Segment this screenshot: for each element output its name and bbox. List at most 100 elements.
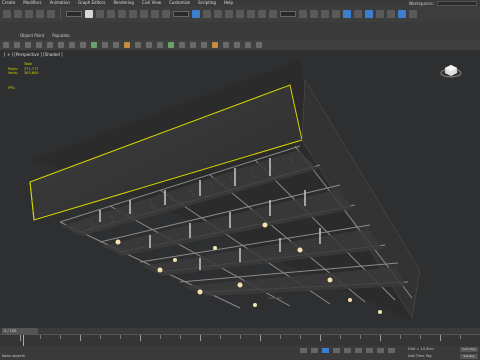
workspace-dropdown[interactable] — [437, 0, 477, 6]
timeline-tick — [360, 335, 361, 339]
undo-icon[interactable] — [3, 10, 11, 18]
selection-filter-dropdown[interactable] — [66, 11, 82, 17]
sync-icon[interactable] — [234, 42, 240, 48]
object-xrefs-icon[interactable] — [91, 42, 97, 48]
window-crossing-icon[interactable] — [118, 10, 126, 18]
display-options-icon[interactable] — [223, 42, 229, 48]
timeline-tick — [120, 335, 121, 339]
layer-icon[interactable] — [245, 42, 251, 48]
material-editor-icon[interactable] — [365, 10, 373, 18]
bind-space-warp-icon[interactable] — [47, 10, 55, 18]
next-frame-icon[interactable] — [333, 348, 340, 353]
move-icon[interactable] — [129, 10, 137, 18]
shapes-icon[interactable] — [25, 42, 31, 48]
filter-icon[interactable] — [3, 42, 9, 48]
main-toolbar — [0, 6, 480, 22]
zoom-icon[interactable] — [366, 348, 373, 353]
curve-editor-icon[interactable] — [343, 10, 351, 18]
secondary-toolbar — [0, 22, 480, 30]
status-bar: None objects Grid = 10,0cm Add Time Tag … — [0, 346, 480, 360]
bones-icon[interactable] — [102, 42, 108, 48]
timeline-tick — [20, 335, 21, 341]
select-none-icon[interactable] — [168, 42, 174, 48]
ceiling-structure-model[interactable] — [0, 50, 480, 328]
lock-icon[interactable] — [212, 42, 218, 48]
layer-explorer-icon[interactable] — [321, 10, 329, 18]
scene-explorer-icon[interactable] — [332, 10, 340, 18]
frozen-icon[interactable] — [124, 42, 130, 48]
previous-frame-icon[interactable] — [311, 348, 318, 353]
selection-status: None objects — [2, 354, 25, 358]
space-warps-icon[interactable] — [69, 42, 75, 48]
tab-object-paint[interactable]: Object Paint — [20, 33, 44, 38]
render-setup-icon[interactable] — [376, 10, 384, 18]
rendered-frame-window-icon[interactable] — [387, 10, 395, 18]
snap-toggle-icon[interactable] — [225, 10, 233, 18]
orbit-icon[interactable] — [388, 348, 395, 353]
render-cloud-icon[interactable] — [409, 10, 417, 18]
tab-populate[interactable]: Populate — [52, 33, 69, 38]
current-frame-marker — [23, 335, 24, 346]
timeline-tick — [260, 335, 261, 341]
align-icon[interactable] — [310, 10, 318, 18]
select-manipulate-icon[interactable] — [203, 10, 211, 18]
sort-icon[interactable] — [201, 42, 207, 48]
scale-icon[interactable] — [151, 10, 159, 18]
select-by-name-icon[interactable] — [96, 10, 104, 18]
render-production-icon[interactable] — [398, 10, 406, 18]
mirror-icon[interactable] — [299, 10, 307, 18]
pivot-center-icon[interactable] — [192, 10, 200, 18]
hidden-icon[interactable] — [135, 42, 141, 48]
containers-icon[interactable] — [113, 42, 119, 48]
angle-snap-icon[interactable] — [236, 10, 244, 18]
redo-icon[interactable] — [14, 10, 22, 18]
scene-explorer-toolbar — [0, 40, 480, 50]
play-icon[interactable] — [322, 348, 329, 353]
named-selection-dropdown[interactable] — [280, 11, 296, 17]
time-config-icon[interactable] — [355, 348, 362, 353]
schematic-view-icon[interactable] — [354, 10, 362, 18]
go-to-end-icon[interactable] — [344, 348, 351, 353]
timeline-tick — [40, 335, 41, 339]
rotate-icon[interactable] — [140, 10, 148, 18]
edit-named-selection-icon[interactable] — [269, 10, 277, 18]
timeline-tick — [380, 335, 381, 341]
placement-icon[interactable] — [162, 10, 170, 18]
perspective-viewport[interactable]: [ + ] [Perspective ] [Shaded ] Total Pol… — [0, 50, 480, 328]
select-all-icon[interactable] — [157, 42, 163, 48]
link-icon[interactable] — [25, 10, 33, 18]
playback-controls — [300, 348, 395, 353]
go-to-start-icon[interactable] — [300, 348, 307, 353]
workspace-selector: Workspaces: — [409, 0, 480, 6]
timeline-tick — [400, 335, 401, 339]
cameras-icon[interactable] — [47, 42, 53, 48]
keyboard-shortcut-icon[interactable] — [214, 10, 222, 18]
timeline-tick — [240, 335, 241, 339]
select-object-icon[interactable] — [85, 10, 93, 18]
spinner-snap-icon[interactable] — [258, 10, 266, 18]
set-key-button[interactable]: Set Key — [460, 354, 478, 359]
settings-icon[interactable] — [256, 42, 262, 48]
percent-snap-icon[interactable] — [247, 10, 255, 18]
helpers-icon[interactable] — [58, 42, 64, 48]
invert-selection-icon[interactable] — [179, 42, 185, 48]
lights-icon[interactable] — [36, 42, 42, 48]
timeline-tick — [220, 335, 221, 339]
all-filters-icon[interactable] — [146, 42, 152, 48]
unlink-icon[interactable] — [36, 10, 44, 18]
pan-icon[interactable] — [377, 348, 384, 353]
grid-size: Grid = 10,0cm — [408, 347, 434, 351]
groups-icon[interactable] — [80, 42, 86, 48]
timeline-tick — [100, 335, 101, 339]
auto-key-button[interactable]: Auto Key — [460, 347, 478, 352]
viewcube-icon[interactable] — [440, 62, 462, 78]
find-icon[interactable] — [190, 42, 196, 48]
timeline-tick — [80, 335, 81, 341]
geometry-icon[interactable] — [14, 42, 20, 48]
rect-selection-icon[interactable] — [107, 10, 115, 18]
add-time-tag-button[interactable]: Add Time Tag — [408, 354, 432, 358]
timeline[interactable] — [0, 334, 480, 346]
timeline-tick — [420, 335, 421, 339]
timeline-tick — [440, 335, 441, 341]
reference-coordinate-dropdown[interactable] — [173, 11, 189, 17]
